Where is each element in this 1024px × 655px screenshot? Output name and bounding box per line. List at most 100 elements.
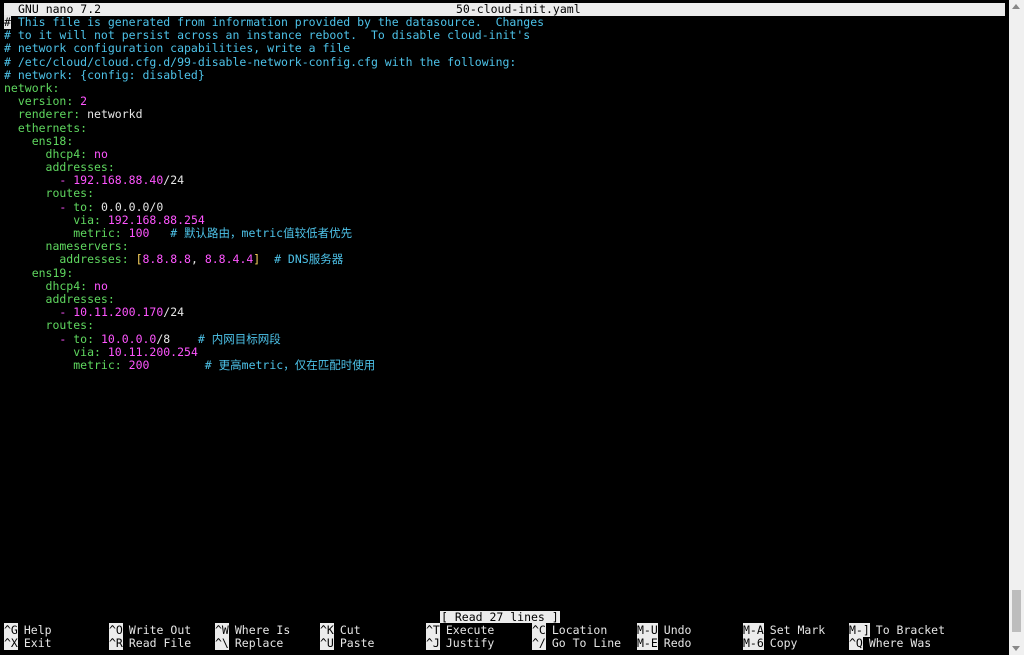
code-token: # to it will not persist across an insta…	[4, 28, 531, 43]
code-token: :	[87, 331, 101, 346]
code-token: /24	[163, 173, 185, 188]
shortcut-key: M-6	[743, 636, 764, 650]
shortcut-key: ^G	[4, 623, 18, 637]
code-token: :	[107, 291, 115, 306]
editor-buffer[interactable]: # This file is generated from informatio…	[4, 15, 1005, 372]
code-token: no	[94, 278, 108, 293]
code-token: -	[4, 199, 74, 214]
code-token: metric	[4, 226, 115, 240]
shortcut-key: ^U	[320, 636, 334, 650]
code-token: 2	[80, 94, 88, 109]
editor-line[interactable]: metric: 200 # 更高metric，仅在匹配时使用	[4, 357, 1005, 372]
shortcut-label: Exit	[23, 636, 52, 650]
shortcut-label: Help	[23, 623, 52, 637]
scroll-down-arrow-icon[interactable]	[1012, 646, 1020, 651]
code-token: dhcp4	[4, 278, 81, 293]
editor-line[interactable]: ens18:	[4, 133, 1005, 148]
code-token: 10.0.0.0	[100, 331, 157, 346]
code-token: :	[121, 239, 129, 254]
code-token: :	[80, 278, 95, 293]
editor-line[interactable]: metric: 100 # 默认路由，metric值较低者优先	[4, 226, 1005, 240]
shortcut-label: Where Was	[868, 636, 932, 650]
shortcut-label: To Bracket	[875, 623, 946, 637]
code-token: # 更高metric，仅在匹配时使用	[149, 357, 376, 372]
shortcut-key: ^C	[532, 623, 546, 637]
editor-line[interactable]: renderer: networkd	[4, 108, 1005, 121]
editor-line[interactable]: dhcp4: no	[4, 278, 1005, 293]
shortcut-key: ^J	[426, 636, 440, 650]
code-token: addresses	[4, 291, 108, 306]
code-token: 0.0.0.0/0	[100, 199, 164, 214]
text-cursor: #	[4, 15, 11, 29]
shortcut-key: ^O	[109, 623, 123, 637]
code-token: to	[73, 331, 88, 346]
vertical-scrollbar[interactable]	[1009, 0, 1024, 655]
shortcut-copy[interactable]: M-6 Copy	[743, 636, 798, 650]
shortcut-key: ^K	[320, 623, 334, 637]
shortcut-key: M-A	[743, 623, 764, 637]
code-token: 10.11.200.254	[107, 344, 198, 359]
editor-line[interactable]: ethernets:	[4, 121, 1005, 135]
shortcut-label: Read File	[128, 636, 192, 650]
editor-line[interactable]: version: 2	[4, 95, 1005, 108]
shortcut-replace[interactable]: ^\ Replace	[215, 636, 284, 650]
code-token: 10.11.200.170	[73, 305, 164, 320]
code-token: dhcp4	[4, 146, 81, 161]
shortcut-label: Set Mark	[769, 623, 826, 637]
editor-line[interactable]: dhcp4: no	[4, 146, 1005, 161]
code-token: version	[4, 94, 67, 109]
code-token: 8.8.4.4	[204, 252, 254, 267]
code-token: # /etc/cloud/cloud.cfg.d/99-disable-netw…	[4, 54, 517, 69]
shortcut-label: Replace	[234, 636, 284, 650]
code-token: :	[66, 133, 74, 148]
shortcut-label: Location	[551, 623, 608, 637]
code-token: routes	[4, 186, 88, 201]
code-token: -	[4, 173, 74, 188]
code-token: network	[4, 80, 53, 95]
shortcut-key: ^R	[109, 636, 123, 650]
shortcut-label: Paste	[339, 636, 375, 650]
shortcut-label: Copy	[769, 636, 798, 650]
code-token: addresses	[4, 252, 122, 267]
code-token: This file is generated from information …	[10, 15, 545, 29]
editor-line[interactable]: - 10.11.200.170/24	[4, 306, 1005, 319]
code-token: # DNS服务器	[260, 252, 344, 267]
shortcut-label: Execute	[445, 623, 495, 637]
code-token: 200	[128, 357, 150, 372]
shortcut-label: Write Out	[128, 623, 192, 637]
code-token: ens18	[4, 133, 67, 148]
editor-line[interactable]: - 192.168.88.40/24	[4, 174, 1005, 187]
editor-line[interactable]: ens19:	[4, 266, 1005, 280]
shortcut-read-file[interactable]: ^R Read File	[109, 636, 192, 650]
code-token: 8.8.8.8	[142, 252, 191, 267]
scrollbar-thumb[interactable]	[1012, 590, 1021, 632]
code-token: :	[52, 80, 60, 95]
shortcut-key: ^Q	[849, 636, 863, 650]
shortcut-key: ^X	[4, 636, 18, 650]
code-token: no	[94, 146, 108, 161]
editor-line[interactable]: # network: {config: disabled}	[4, 67, 1005, 82]
code-token: ,	[190, 252, 205, 267]
shortcut-redo[interactable]: M-E Redo	[637, 636, 691, 650]
editor-line[interactable]: addresses: [8.8.8.8, 8.8.4.4] # DNS服务器	[4, 253, 1005, 266]
shortcut-label: Justify	[445, 636, 495, 650]
shortcut-where-was[interactable]: ^Q Where Was	[849, 636, 932, 650]
shortcut-key: M-]	[849, 623, 870, 637]
shortcut-justify[interactable]: ^J Justify	[426, 636, 495, 650]
code-token: :	[66, 94, 81, 109]
code-token: # network: {config: disabled}	[4, 67, 205, 82]
code-token: # 内网目标网段	[170, 331, 281, 346]
shortcut-key: M-U	[637, 623, 658, 637]
shortcut-go-to-line[interactable]: ^/ Go To Line	[532, 636, 622, 650]
shortcut-label: Cut	[339, 623, 361, 637]
code-token: # 默认路由，metric值较低者优先	[149, 226, 353, 240]
shortcut-exit[interactable]: ^X Exit	[4, 636, 52, 650]
shortcut-key: ^T	[426, 623, 440, 637]
shortcut-label: Go To Line	[551, 636, 622, 650]
shortcut-bar: ^G Help ^X Exit ^O Write Out ^R Read File ^W Wher…	[4, 623, 1005, 652]
code-token: :	[94, 212, 108, 227]
scroll-up-arrow-icon[interactable]	[1012, 4, 1020, 9]
code-token: to	[73, 199, 88, 214]
shortcut-paste[interactable]: ^U Paste	[320, 636, 375, 650]
editor-line[interactable]: network:	[4, 80, 1005, 95]
